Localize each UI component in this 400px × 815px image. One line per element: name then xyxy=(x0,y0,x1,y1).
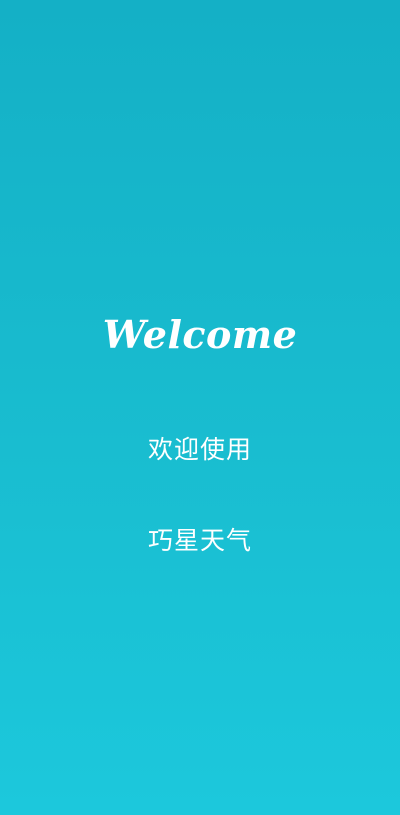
app-name: 巧星天气 xyxy=(147,526,252,555)
splash-screen: Welcome 欢迎使用 巧星天气 xyxy=(0,0,400,815)
welcome-subtitle: 欢迎使用 xyxy=(147,435,252,464)
welcome-heading: Welcome xyxy=(102,312,298,357)
